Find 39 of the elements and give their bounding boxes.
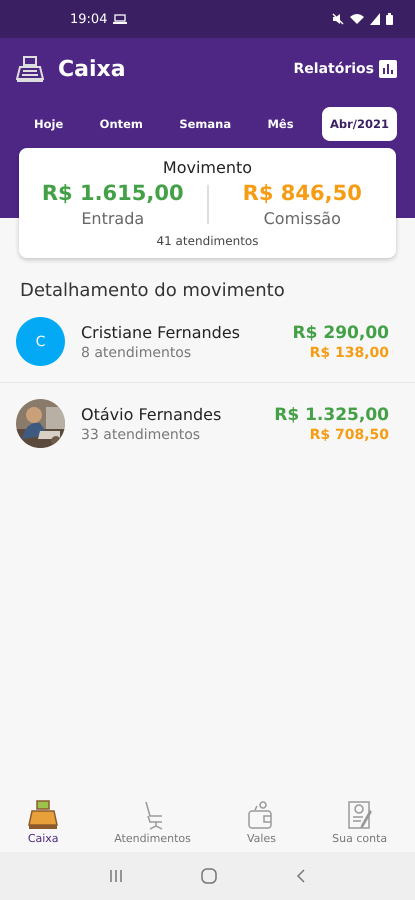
professional-name: Cristiane Fernandes <box>81 322 242 342</box>
commission-label: Comissão <box>264 209 341 228</box>
nav-item[interactable]: Sua conta <box>328 800 392 852</box>
bar-chart-icon <box>379 60 397 78</box>
nav-item[interactable]: Atendimentos <box>110 800 195 852</box>
section-title: Detalhamento do movimento <box>20 280 286 301</box>
page-title: Caixa <box>58 56 127 82</box>
service-count: 8 atendimentos <box>81 344 192 360</box>
recent-apps-icon[interactable] <box>108 868 124 884</box>
cash-register-icon <box>28 800 58 830</box>
signal-icon <box>370 13 380 25</box>
nav-item[interactable]: Caixa <box>24 800 63 852</box>
commission-amount: R$ 846,50 <box>242 181 362 205</box>
back-icon[interactable] <box>294 868 307 884</box>
income-amount: R$ 290,00 <box>292 322 389 342</box>
commission-amount: R$ 138,00 <box>310 344 389 360</box>
income-amount: R$ 1.325,00 <box>274 404 389 424</box>
laptop-icon <box>113 14 128 24</box>
commission-amount: R$ 708,50 <box>310 426 389 442</box>
status-time: 19:04 <box>70 12 108 26</box>
home-icon[interactable] <box>200 867 218 885</box>
income-label: Entrada <box>81 209 144 228</box>
wifi-icon <box>350 13 364 25</box>
cash-register-icon <box>16 55 44 83</box>
period-tab[interactable]: Abr/2021 <box>322 107 397 141</box>
professional-name: Otávio Fernandes <box>81 404 222 424</box>
service-count: 41 atendimentos <box>156 234 259 248</box>
service-count: 33 atendimentos <box>81 426 202 442</box>
avatar: C <box>16 317 65 366</box>
card-title: Movimento <box>162 158 252 177</box>
period-tab[interactable]: Ontem <box>92 107 151 141</box>
reports-button[interactable]: Relatórios <box>294 60 397 78</box>
income-amount: R$ 1.615,00 <box>42 181 184 205</box>
battery-icon <box>386 13 393 25</box>
period-tab[interactable]: Mês <box>259 107 302 141</box>
period-tab[interactable]: Hoje <box>26 107 72 141</box>
mute-icon <box>332 13 344 25</box>
period-tab[interactable]: Semana <box>171 107 240 141</box>
nav-item[interactable]: Vales <box>242 800 280 852</box>
